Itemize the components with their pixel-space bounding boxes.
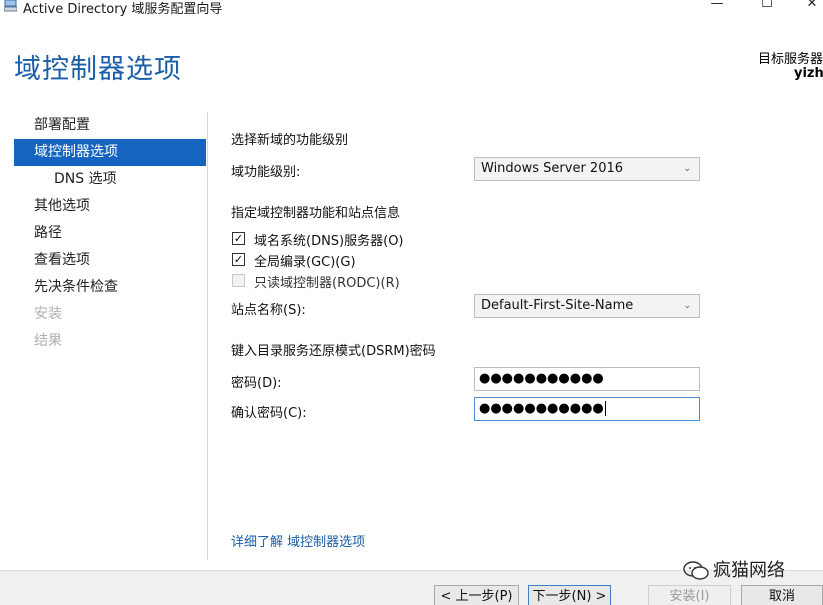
confirm-password-value: ●●●●●●●●●●● bbox=[479, 401, 604, 416]
nav-item-prerequisites-check[interactable]: 先决条件检查 bbox=[14, 274, 206, 301]
site-name-select[interactable]: Default-First-Site-Name ⌄ bbox=[474, 294, 700, 318]
dns-server-checkbox[interactable]: ✓ bbox=[232, 232, 245, 245]
cancel-button[interactable]: 取消 bbox=[741, 585, 823, 605]
dns-server-label: 域名系统(DNS)服务器(O) bbox=[254, 234, 404, 249]
watermark: 疯猫网络 bbox=[683, 556, 785, 582]
chevron-down-icon: ⌄ bbox=[683, 301, 691, 311]
nav-divider bbox=[207, 112, 208, 560]
site-name-value: Default-First-Site-Name bbox=[481, 298, 634, 313]
password-label: 密码(D): bbox=[231, 376, 282, 391]
minimize-button[interactable]: — bbox=[702, 0, 732, 15]
chevron-down-icon: ⌄ bbox=[683, 164, 691, 174]
domain-level-value: Windows Server 2016 bbox=[481, 161, 624, 176]
target-server-label: 目标服务器 bbox=[758, 52, 823, 67]
target-server-name: yizhi bbox=[794, 66, 823, 81]
nav-item-deployment-config[interactable]: 部署配置 bbox=[14, 112, 206, 139]
password-field[interactable]: ●●●●●●●●●●● bbox=[474, 367, 700, 391]
text-caret bbox=[604, 401, 606, 416]
rodc-label: 只读域控制器(RODC)(R) bbox=[254, 276, 400, 291]
global-catalog-label: 全局编录(GC)(G) bbox=[254, 255, 356, 270]
wizard-steps-nav: 部署配置 域控制器选项 DNS 选项 其他选项 路径 查看选项 先决条件检查 安… bbox=[14, 112, 206, 355]
install-button: 安装(I) bbox=[648, 585, 731, 605]
nav-item-paths[interactable]: 路径 bbox=[14, 220, 206, 247]
nav-item-installation: 安装 bbox=[34, 306, 62, 322]
close-button[interactable]: ✕ bbox=[797, 0, 823, 15]
title-bar: Active Directory 域服务配置向导 — ☐ ✕ bbox=[0, 0, 823, 18]
dsrm-heading: 键入目录服务还原模式(DSRM)密码 bbox=[231, 344, 436, 359]
nav-item-review-options[interactable]: 查看选项 bbox=[14, 247, 206, 274]
next-button[interactable]: 下一步(N) > bbox=[528, 585, 611, 605]
wechat-icon bbox=[683, 561, 709, 580]
nav-item-dc-options[interactable]: 域控制器选项 bbox=[14, 139, 206, 166]
confirm-password-field[interactable]: ●●●●●●●●●●● bbox=[474, 397, 700, 421]
wizard-window: Active Directory 域服务配置向导 — ☐ ✕ 域控制器选项 目标… bbox=[0, 0, 823, 605]
rodc-checkbox bbox=[232, 274, 245, 287]
confirm-password-label: 确认密码(C): bbox=[231, 406, 307, 421]
password-value: ●●●●●●●●●●● bbox=[479, 371, 604, 386]
page-title: 域控制器选项 bbox=[14, 54, 182, 85]
nav-item-dns-options[interactable]: DNS 选项 bbox=[14, 166, 206, 193]
nav-item-results: 结果 bbox=[34, 333, 62, 349]
previous-button[interactable]: < 上一步(P) bbox=[434, 585, 519, 605]
maximize-button[interactable]: ☐ bbox=[752, 0, 782, 15]
functional-level-heading: 选择新域的功能级别 bbox=[231, 133, 349, 148]
learn-more-link[interactable]: 详细了解 域控制器选项 bbox=[231, 531, 365, 550]
global-catalog-checkbox[interactable]: ✓ bbox=[232, 253, 245, 266]
watermark-text: 疯猫网络 bbox=[713, 560, 785, 581]
nav-item-additional-options[interactable]: 其他选项 bbox=[14, 193, 206, 220]
site-name-label: 站点名称(S): bbox=[231, 303, 306, 318]
window-title: Active Directory 域服务配置向导 bbox=[23, 2, 223, 17]
domain-level-select[interactable]: Windows Server 2016 ⌄ bbox=[474, 157, 700, 181]
domain-level-label: 域功能级别: bbox=[231, 165, 301, 180]
ad-server-icon bbox=[4, 0, 17, 12]
capabilities-heading: 指定域控制器功能和站点信息 bbox=[231, 206, 401, 221]
